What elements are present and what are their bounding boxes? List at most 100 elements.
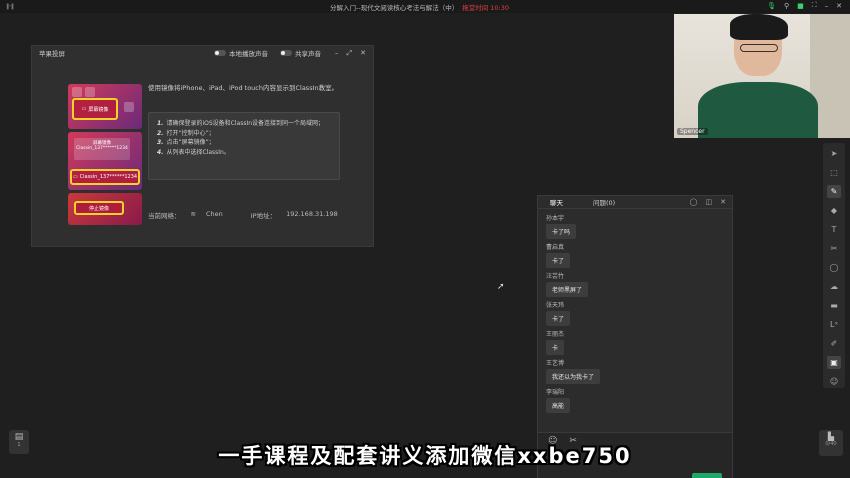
chat-bubble-icon[interactable]: ◯ (690, 198, 698, 206)
message-user: 汪芸竹 (546, 273, 565, 280)
pointer-icon[interactable]: ➤ (827, 147, 841, 160)
message-user: 王丽杰 (546, 331, 565, 338)
message-user: 李瑞阳 (546, 389, 565, 396)
local-sound-toggle[interactable]: 本地播放声音 (214, 48, 268, 58)
close-icon[interactable]: ✕ (836, 2, 842, 10)
message-bubble: 卡了 (546, 253, 571, 268)
whiteboard-toolbar: ➤ ⬚ ✎ ◆ T ✂ ◯ ☁ ▬ Lˣ ✐ ▣ ☺ (823, 143, 845, 388)
message-user: 王艺博 (546, 360, 565, 367)
chat-header: 聊天 问题(0) ◯ ◫ ✕ (538, 196, 732, 209)
popout-icon[interactable]: ◫ (706, 198, 713, 206)
tab-questions[interactable]: 问题(0) (587, 197, 621, 207)
tile-icon (124, 102, 134, 112)
tab-chat[interactable]: 聊天 (544, 197, 569, 207)
overtime-timer: 拖堂时间 10:30 (462, 4, 510, 12)
stop-mirror-highlight: 停止镜像 (74, 201, 124, 215)
class-title-text: 分解入门--现代文阅读核心考法与解法（中） (330, 4, 459, 12)
signal-icon: ∥·∥ (6, 3, 14, 10)
step-item: 2. 打开“控制中心”； (157, 129, 215, 137)
fullscreen-icon[interactable]: ⛶ (812, 1, 817, 10)
close-icon[interactable]: ✕ (360, 49, 366, 58)
mirror-dialog-device: Classin_137******1234 (76, 146, 128, 151)
eraser-icon[interactable]: ◆ (827, 204, 841, 217)
users-icon[interactable]: ☺ (827, 375, 841, 388)
scissors-icon[interactable]: ✂ (827, 242, 841, 255)
ip-value: 192.168.31.198 (286, 210, 338, 218)
local-sound-switch[interactable] (214, 50, 227, 56)
message-bubble: 老师黑屏了 (546, 282, 589, 297)
select-icon[interactable]: ⬚ (827, 166, 841, 179)
cloud-icon[interactable]: ☁ (827, 280, 841, 293)
screen-mirror-highlight: ▭ 屏幕镜像 (72, 98, 118, 120)
webcam-name: Spencer (677, 128, 708, 135)
share-sound-switch[interactable] (280, 50, 293, 56)
mirror-dialog: 屏幕镜像 Classin_137******1234 (74, 138, 130, 160)
phone-illustration: ▭ 屏幕镜像 屏幕镜像 Classin_137******1234 ▭ Clas… (68, 84, 142, 228)
chat-panel: 聊天 问题(0) ◯ ◫ ✕ 孙本宇卡了吗 曹启真卡了 汪芸竹老师黑屏了 张天玮… (537, 195, 733, 478)
step-item: 1. 请确保登录的iOS设备和ClassIn设备连接到同一个局域网； (157, 120, 325, 127)
list-item: 王艺博我还以为我卡了 (546, 358, 724, 384)
teacher-glasses (740, 44, 778, 52)
record-icon[interactable]: ■ (797, 2, 804, 10)
mirror-icon: ▭ (81, 106, 87, 112)
network-info: 当前网络： ≋ Chen IP地址： 192.168.31.198 (148, 210, 338, 220)
step-item: 3. 点击“屏幕镜像”； (157, 139, 215, 146)
text-icon[interactable]: T (827, 223, 841, 236)
network-name: Chen (205, 210, 223, 218)
list-item: 张天玮 卡了 (546, 300, 724, 326)
screen-cast-title: 苹果投屏 (39, 50, 65, 58)
wifi-icon: ≋ (190, 210, 196, 218)
send-button[interactable] (692, 473, 722, 478)
list-item: 孙本宇 卡了吗 (546, 213, 724, 239)
tile-icon (72, 87, 82, 97)
local-sound-label: 本地播放声音 (229, 50, 269, 58)
device-icon: ▭ (72, 174, 78, 180)
share-sound-toggle[interactable]: 共享声音 (280, 48, 321, 58)
list-item: 李瑞阳 高能 (546, 387, 724, 413)
expand-icon[interactable]: ⤢ (347, 49, 353, 58)
watermark-caption: 一手课程及配套讲义添加微信xxbe750 (218, 444, 632, 468)
control-center-card: ▭ 屏幕镜像 (68, 84, 142, 129)
cast-steps: 1. 请确保登录的iOS设备和ClassIn设备连接到同一个局域网； 2. 打开“控… (148, 112, 340, 180)
ip-label: IP地址： (250, 212, 277, 220)
stop-mirror-card: 停止镜像 (68, 193, 142, 225)
message-user: 曹启真 (546, 244, 565, 251)
toolbox-icon[interactable]: ▬ (827, 299, 841, 312)
edit-icon[interactable]: ✐ (827, 337, 841, 350)
formula-icon[interactable]: Lˣ (827, 318, 841, 331)
message-bubble: 卡了吗 (546, 224, 577, 239)
minimize-icon[interactable]: – (825, 2, 829, 10)
screen-cast-header: 苹果投屏 本地播放声音 共享声音 – ⤢ ✕ (32, 46, 373, 60)
device-list-card: 屏幕镜像 Classin_137******1234 ▭ Classin_137… (68, 132, 142, 190)
microphone-icon[interactable]: 🎙 (767, 2, 776, 10)
chat-messages: 孙本宇 卡了吗 曹启真 卡了 汪芸竹 老师黑屏了 张天玮 卡了 王丽杰卡 王艺博 我还以为… (538, 209, 732, 420)
list-item: 王丽杰卡 (546, 329, 724, 355)
network-label: 当前网络： (148, 212, 181, 220)
screen-mirror-label: 屏幕镜像 (88, 106, 109, 113)
step-item: 4. 从列表中选择ClassIn。 (157, 148, 230, 156)
message-bubble: 高能 (546, 398, 571, 413)
chat-icon[interactable]: ▣ (827, 355, 841, 370)
message-user: 张天玮 (546, 302, 565, 309)
close-icon[interactable]: ✕ (720, 198, 726, 206)
teacher-shirt (698, 82, 818, 138)
message-bubble: 卡了 (546, 311, 571, 326)
stop-mirror-label: 停止镜像 (88, 205, 109, 212)
cast-intro: 使用镜像将iPhone、iPad、iPod touch内容显示到ClassIn教… (148, 84, 339, 92)
location-icon[interactable]: ⚲ (784, 2, 789, 10)
shape-icon[interactable]: ◯ (827, 261, 841, 274)
message-user: 孙本宇 (546, 215, 565, 222)
pen-icon[interactable]: ✎ (827, 184, 841, 199)
teacher-webcam[interactable]: Spencer (674, 14, 850, 138)
share-sound-label: 共享声音 (295, 50, 322, 58)
device-name: Classin_137******1234 (79, 174, 138, 180)
message-bubble: 卡 (546, 340, 565, 355)
class-title: 分解入门--现代文阅读核心考法与解法（中） 拖堂时间 10:30 (330, 2, 509, 12)
minimize-icon[interactable]: – (335, 49, 339, 58)
tile-icon (85, 87, 95, 97)
list-item: 曹启真 卡了 (546, 242, 724, 268)
device-highlight: ▭ Classin_137******1234 (70, 169, 140, 185)
message-bubble: 我还以为我卡了 (546, 369, 601, 384)
window-controls: 🎙 ⚲ ■ ⛶ – ✕ (767, 1, 842, 10)
top-bar: ∥·∥ 分解入门--现代文阅读核心考法与解法（中） 拖堂时间 10:30 🎙 ⚲ … (0, 0, 850, 13)
